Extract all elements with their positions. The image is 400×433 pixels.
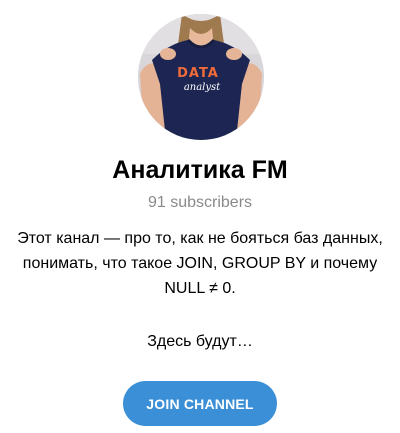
description-line: NULL ≠ 0. — [164, 280, 236, 297]
shirt-print-bottom: analyst — [184, 82, 221, 93]
channel-description: Этот канал — про то, как не бояться баз … — [10, 226, 390, 301]
description-more: Здесь будут… — [147, 333, 253, 350]
join-channel-button[interactable]: JOIN CHANNEL — [123, 381, 277, 426]
avatar-photo: DATA analyst — [138, 14, 264, 140]
description-line: понимать, что такое JOIN, GROUP BY и поч… — [22, 255, 378, 272]
channel-card: DATA analyst Аналитика FM 91 subscribers… — [0, 0, 400, 433]
channel-title: Аналитика FM — [112, 156, 288, 184]
subscriber-count: 91 subscribers — [147, 194, 253, 211]
channel-avatar: DATA analyst — [138, 14, 264, 140]
shirt-print-top: DATA — [177, 66, 219, 81]
description-line: Этот канал — про то, как не бояться баз … — [17, 230, 383, 247]
